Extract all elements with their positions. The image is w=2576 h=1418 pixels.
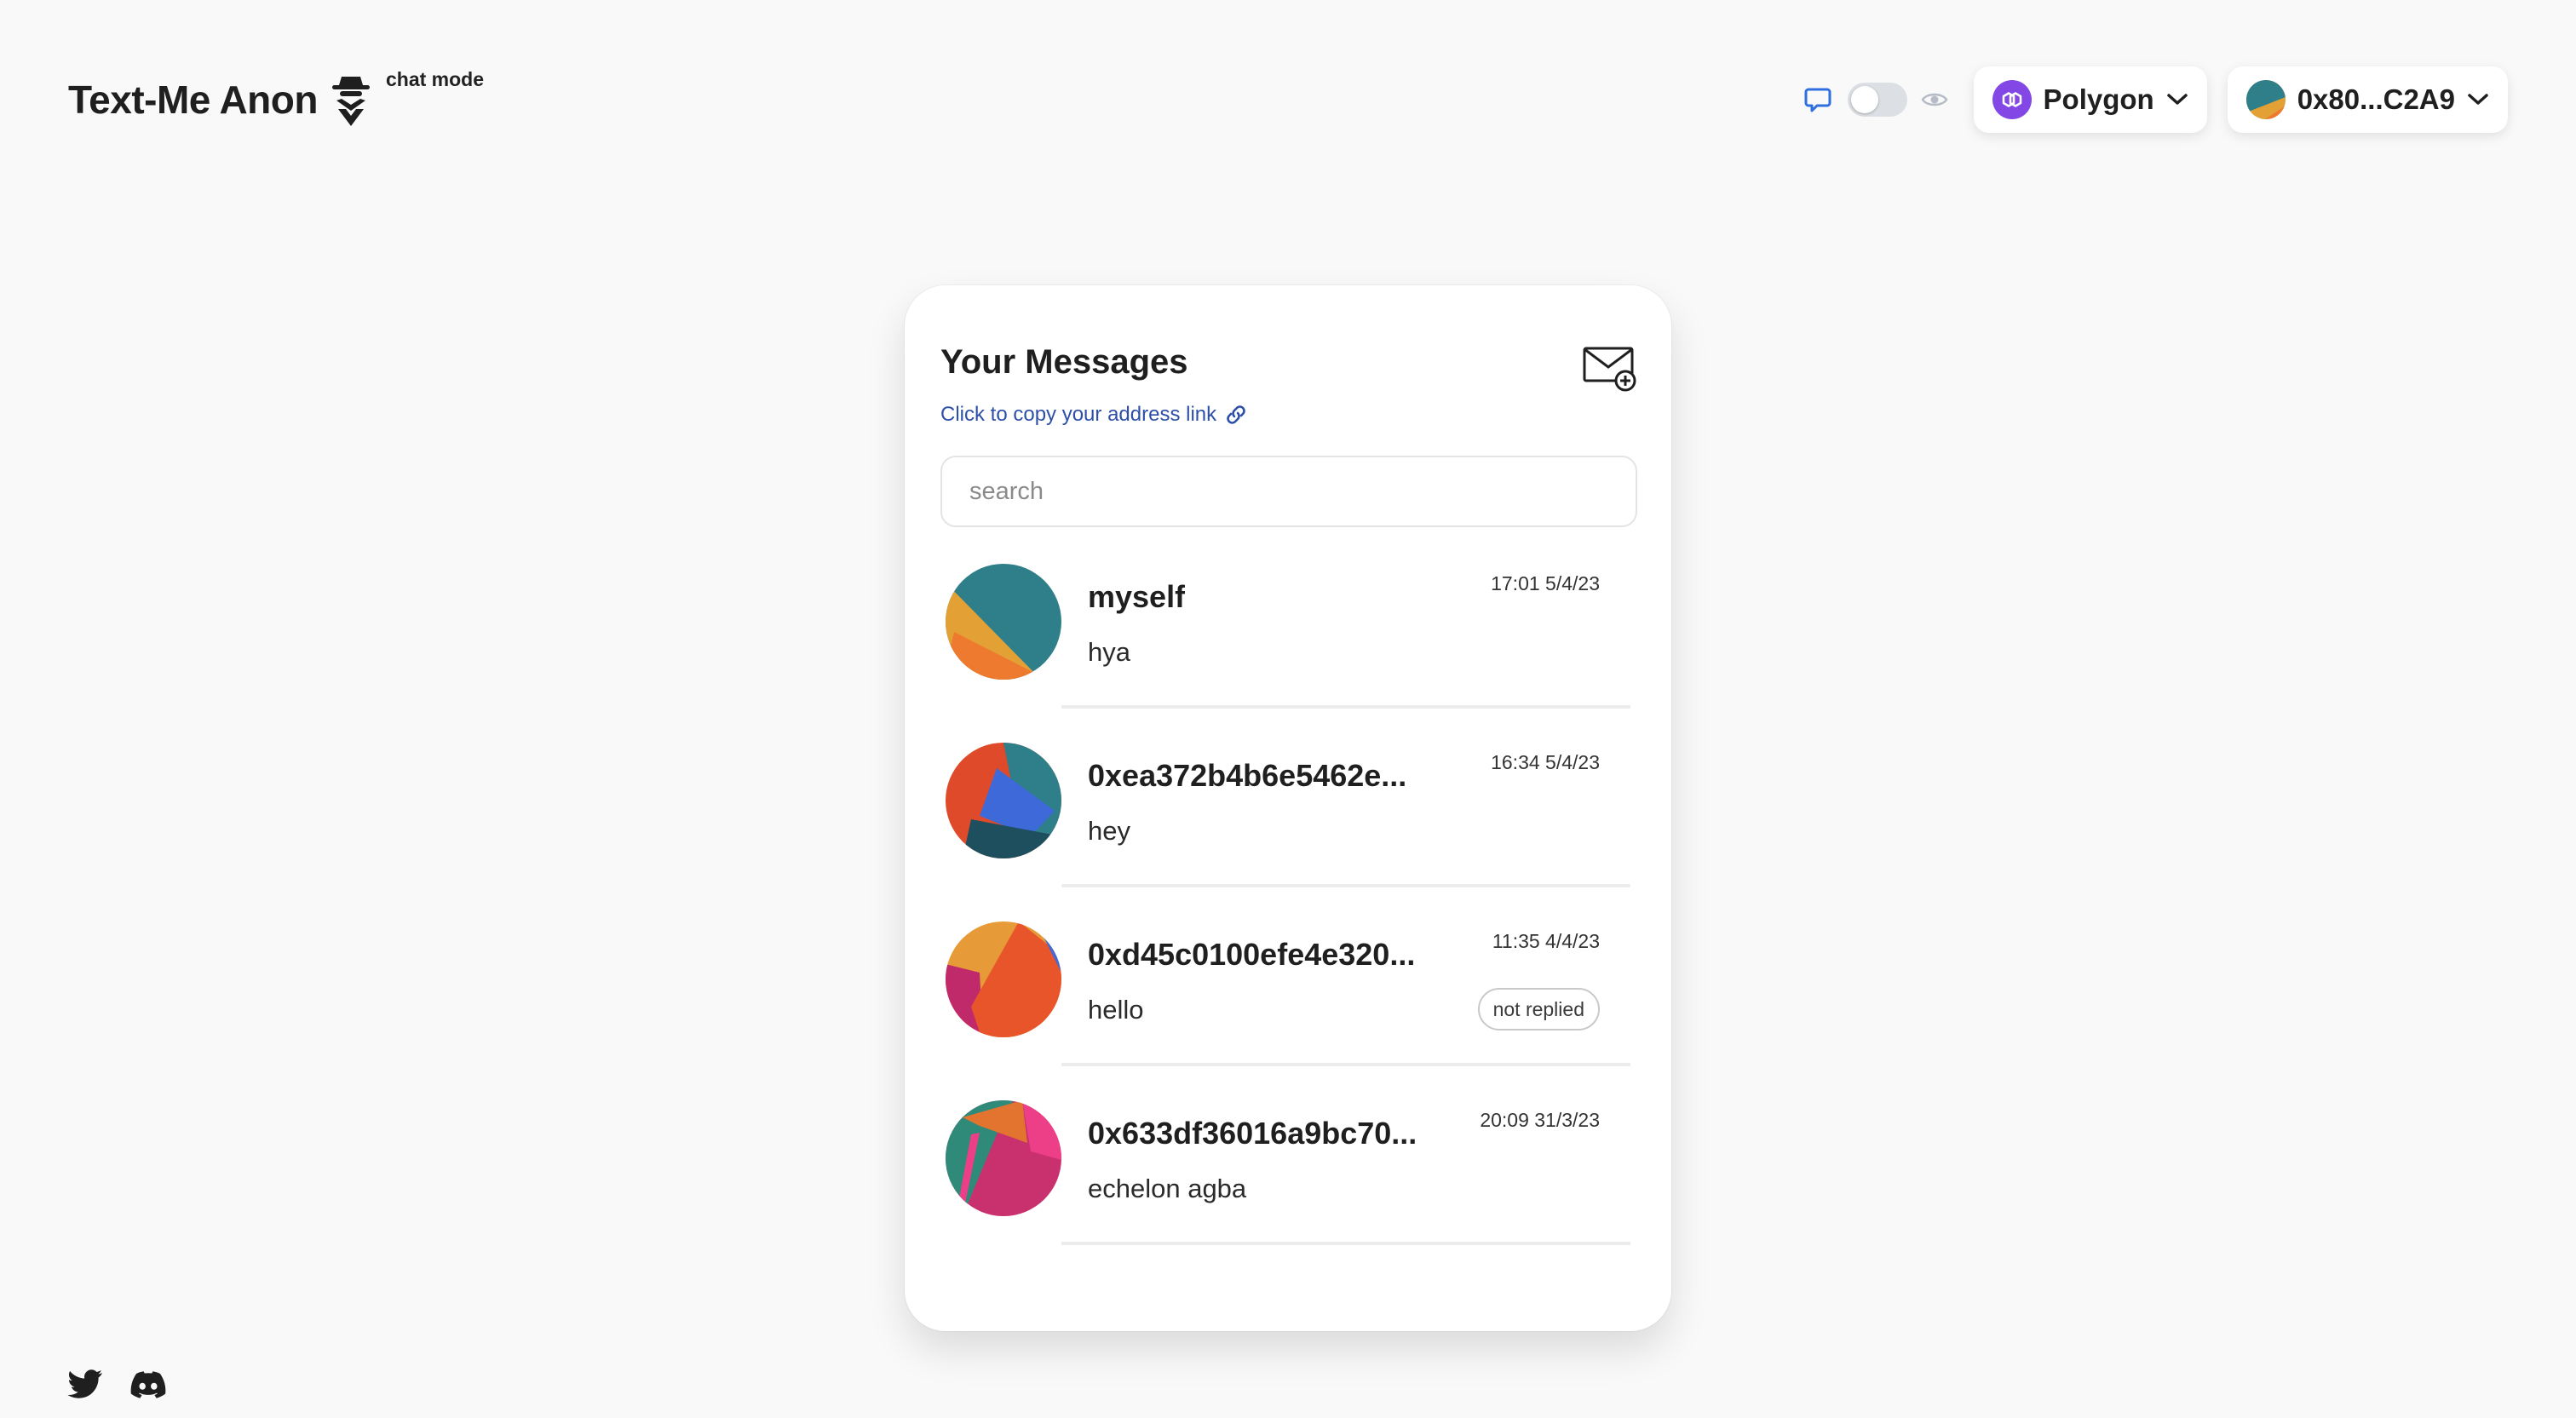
new-message-icon[interactable] [1583,345,1637,393]
network-selector[interactable]: Polygon [1973,66,2207,133]
copy-address-link[interactable]: Click to copy your address link [940,403,1249,427]
copy-address-label: Click to copy your address link [940,403,1217,426]
contact-name: myself [1088,579,1186,614]
mode-toggle [1803,83,1948,117]
account-address: 0x80...C2A9 [2297,83,2455,115]
messages-title: Your Messages [940,343,1188,381]
message-preview: echelon agba [1088,1174,1247,1203]
divider [1061,1063,1630,1066]
message-timestamp: 20:09 31/3/23 [1480,1109,1600,1131]
message-item[interactable]: 0xea372b4b6e5462e... 16:34 5/4/23 hey [905,732,1671,911]
spy-agent-icon [331,77,370,126]
divider [1061,1242,1630,1245]
contact-avatar [946,743,1061,858]
message-preview: hello [1088,995,1144,1025]
brand: Text-Me Anon chat mode [68,68,485,129]
contact-avatar [946,564,1061,680]
contact-name: 0xd45c0100efe4e320... [1088,937,1416,972]
contact-name: 0x633df36016a9bc70... [1088,1116,1417,1151]
link-icon [1227,405,1245,424]
message-list: myself 17:01 5/4/23 hya 0xea372b4b6e5462… [905,554,1671,1269]
polygon-logo-icon [1992,80,2032,119]
chat-mode-label: chat mode [385,68,485,90]
chat-bubble-icon[interactable] [1803,85,1832,114]
search-input[interactable] [940,456,1637,527]
chevron-down-icon [2468,94,2488,105]
discord-icon[interactable] [129,1368,167,1402]
message-preview: hey [1088,816,1130,846]
mode-switch-knob [1850,86,1878,113]
status-badge: not replied [1477,988,1600,1030]
header-controls: Polygon 0x80...C2A9 [1803,66,2508,133]
eye-icon[interactable] [1921,86,1948,113]
message-preview: hya [1088,637,1130,667]
message-item[interactable]: 0xd45c0100efe4e320... 11:35 4/4/23 hello… [905,911,1671,1090]
account-selector[interactable]: 0x80...C2A9 [2227,66,2508,133]
contact-avatar [946,1100,1061,1216]
message-item[interactable]: myself 17:01 5/4/23 hya [905,554,1671,732]
account-avatar [2245,80,2286,119]
divider [1061,705,1630,709]
network-label: Polygon [2043,83,2154,115]
message-timestamp: 17:01 5/4/23 [1491,572,1600,594]
chevron-down-icon [2166,94,2188,105]
message-item[interactable]: 0x633df36016a9bc70... 20:09 31/3/23 eche… [905,1090,1671,1269]
app-title: Text-Me Anon [68,78,318,122]
message-timestamp: 16:34 5/4/23 [1491,751,1600,773]
divider [1061,884,1630,887]
messages-card: Your Messages Click to copy your address… [905,285,1671,1331]
message-timestamp: 11:35 4/4/23 [1492,930,1600,952]
mode-switch[interactable] [1847,83,1907,117]
contact-name: 0xea372b4b6e5462e... [1088,758,1407,793]
social-links [66,1368,193,1402]
twitter-icon[interactable] [66,1368,104,1402]
contact-avatar [946,921,1061,1037]
